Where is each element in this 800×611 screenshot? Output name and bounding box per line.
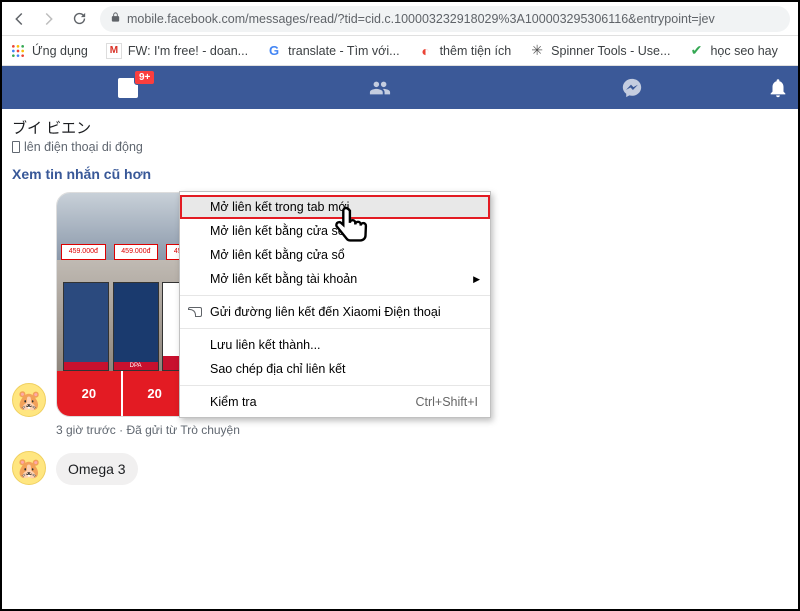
menu-inspect[interactable]: Kiểm tra Ctrl+Shift+I: [180, 390, 490, 414]
forward-button[interactable]: [40, 10, 58, 28]
product-box: [63, 282, 109, 371]
menu-open-as-account[interactable]: Mở liên kết bằng tài khoản ▶: [180, 267, 490, 291]
bookmark-ext[interactable]: ◐ thêm tiện ích: [418, 43, 512, 59]
reload-button[interactable]: [70, 10, 88, 28]
bookmarks-bar: Ứng dụng M FW: I'm free! - doan... G tra…: [2, 36, 798, 66]
url-text: mobile.facebook.com/messages/read/?tid=c…: [127, 12, 715, 26]
contact-name: ブイ ビエン: [12, 117, 788, 138]
bookmark-spinner[interactable]: ✳ Spinner Tools - Use...: [529, 43, 670, 59]
product-box: DPA: [113, 282, 159, 371]
lock-icon: [110, 11, 121, 26]
bookmark-google[interactable]: G translate - Tìm với...: [266, 43, 399, 59]
price-tag: 459.000đ: [61, 244, 106, 260]
feed-badge: 9+: [134, 70, 155, 85]
browser-toolbar: mobile.facebook.com/messages/read/?tid=c…: [2, 2, 798, 36]
apps-icon: [10, 43, 26, 59]
menu-separator: [180, 385, 490, 386]
menu-label: Kiểm tra: [210, 395, 257, 409]
tab-feed[interactable]: 9+: [2, 66, 254, 109]
seo-icon: ✔: [688, 43, 704, 59]
bookmark-label: thêm tiện ích: [440, 44, 512, 58]
avatar[interactable]: 🐹: [12, 383, 46, 417]
submenu-arrow-icon: ▶: [473, 274, 480, 285]
bookmark-gmail[interactable]: M FW: I'm free! - doan...: [106, 43, 248, 59]
address-bar[interactable]: mobile.facebook.com/messages/read/?tid=c…: [100, 6, 790, 32]
menu-label: Mở liên kết bằng tài khoản: [210, 272, 357, 286]
bookmark-seo[interactable]: ✔ học seo hay: [688, 43, 777, 59]
contact-status: lên điện thoại di động: [12, 140, 788, 154]
cursor-pointer-icon: [330, 204, 374, 254]
google-icon: G: [266, 43, 282, 59]
message-bubble[interactable]: Omega 3: [56, 453, 138, 485]
cast-icon: [188, 307, 202, 317]
messenger-icon: [621, 77, 643, 99]
bookmark-label: Ứng dụng: [32, 44, 88, 58]
mobile-icon: [12, 141, 20, 153]
menu-save-link-as[interactable]: Lưu liên kết thành...: [180, 333, 490, 357]
older-messages-link[interactable]: Xem tin nhắn cũ hơn: [2, 160, 798, 192]
menu-copy-link[interactable]: Sao chép địa chỉ liên kết: [180, 357, 490, 381]
status-text: lên điện thoại di động: [24, 140, 143, 154]
menu-shortcut: Ctrl+Shift+I: [415, 395, 478, 409]
apps-shortcut[interactable]: Ứng dụng: [10, 43, 88, 59]
tab-messenger[interactable]: [506, 66, 758, 109]
menu-send-to-device[interactable]: Gửi đường liên kết đến Xiaomi Điện thoại: [180, 300, 490, 324]
bell-icon: [767, 77, 789, 99]
friends-icon: [369, 77, 391, 99]
avatar[interactable]: 🐹: [12, 451, 46, 485]
spinner-icon: ✳: [529, 43, 545, 59]
tab-notifications[interactable]: [758, 66, 798, 109]
bookmark-label: Spinner Tools - Use...: [551, 44, 670, 58]
menu-label: Gửi đường liên kết đến Xiaomi Điện thoại: [210, 305, 441, 319]
message-timestamp: 3 giờ trước · Đã gửi từ Trò chuyện: [2, 423, 798, 451]
gmail-icon: M: [106, 43, 122, 59]
menu-separator: [180, 295, 490, 296]
facebook-nav: 9+: [2, 66, 798, 109]
price-tag: 459.000đ: [114, 244, 159, 260]
bookmark-label: FW: I'm free! - doan...: [128, 44, 248, 58]
tab-friends[interactable]: [254, 66, 506, 109]
chat-header: ブイ ビエン lên điện thoại di động: [2, 109, 798, 160]
promo-bar: 20: [57, 371, 123, 416]
menu-separator: [180, 328, 490, 329]
bookmark-label: học seo hay: [710, 44, 777, 58]
back-button[interactable]: [10, 10, 28, 28]
message-row-text: 🐹 Omega 3: [2, 451, 798, 491]
extension-icon: ◐: [418, 43, 434, 59]
bookmark-label: translate - Tìm với...: [288, 44, 399, 58]
